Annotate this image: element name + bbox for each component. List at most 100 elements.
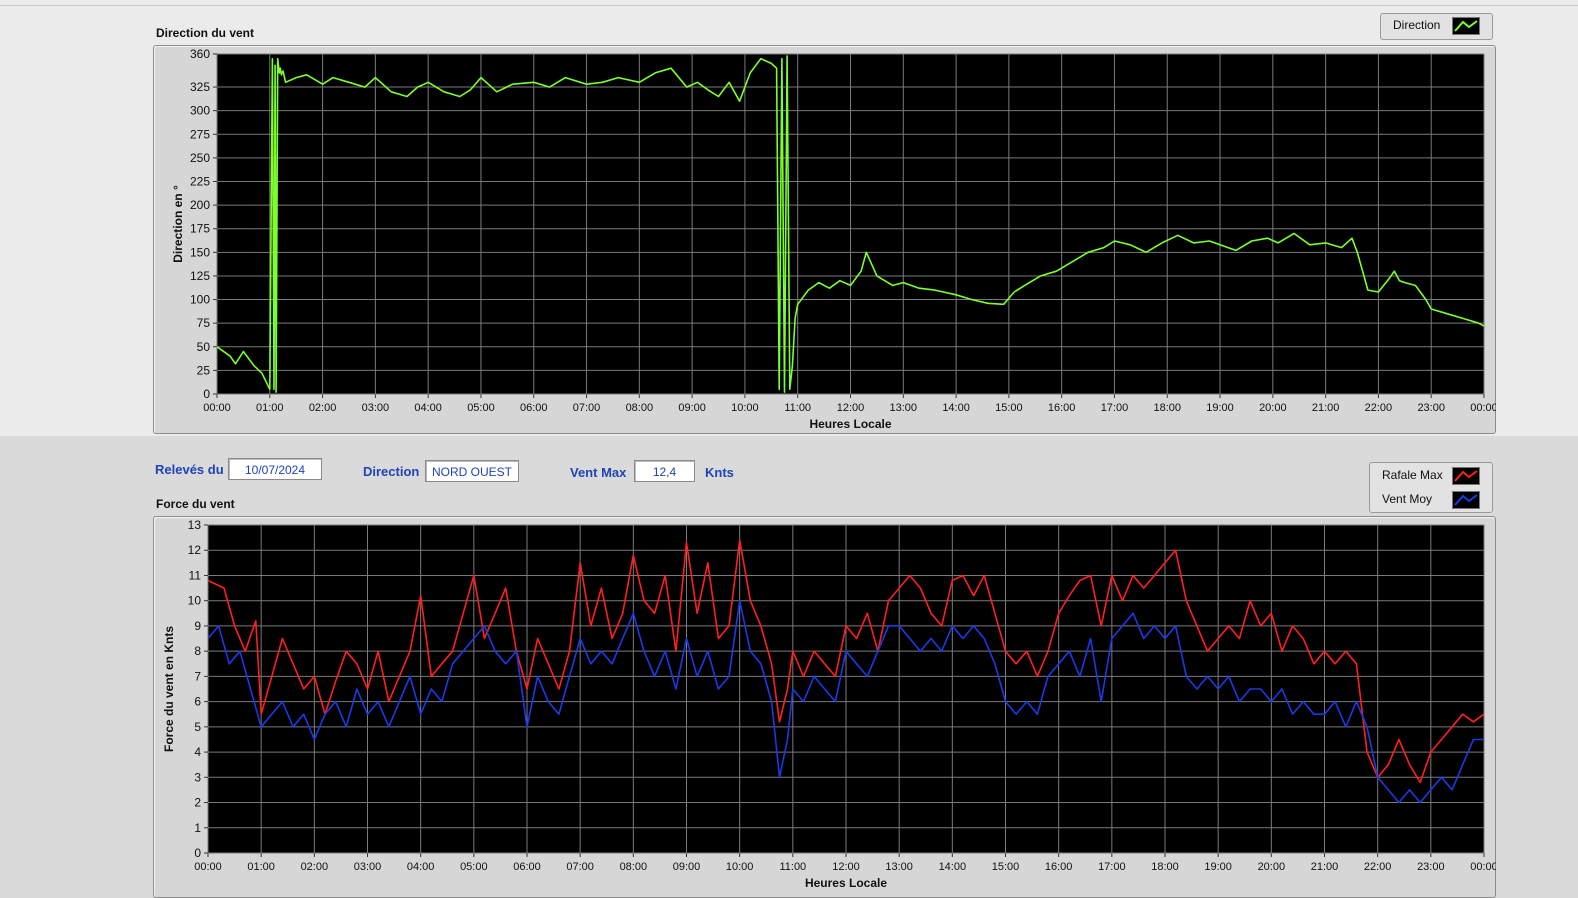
y-tick-label: 325 bbox=[190, 80, 210, 94]
y-tick-label: 4 bbox=[194, 745, 201, 759]
y-tick-label: 300 bbox=[190, 104, 210, 118]
legend-item-rafale[interactable]: Rafale Max bbox=[1370, 464, 1492, 486]
y-tick-label: 25 bbox=[197, 363, 211, 377]
x-tick-label: 21:00 bbox=[1312, 402, 1340, 414]
ventmax-label: Vent Max bbox=[570, 465, 627, 480]
x-tick-label: 01:00 bbox=[247, 861, 275, 873]
x-tick-label: 20:00 bbox=[1258, 861, 1286, 873]
x-tick-label: 05:00 bbox=[460, 861, 488, 873]
x-tick-label: 14:00 bbox=[939, 861, 967, 873]
x-tick-label: 12:00 bbox=[832, 861, 860, 873]
x-tick-label: 22:00 bbox=[1365, 402, 1393, 414]
x-axis-label: Heures Locale bbox=[809, 417, 891, 431]
y-tick-label: 200 bbox=[190, 198, 210, 212]
y-tick-label: 10 bbox=[188, 594, 202, 608]
x-tick-label: 01:00 bbox=[256, 402, 284, 414]
y-tick-label: 2 bbox=[194, 796, 201, 810]
legend-swatch-rafale bbox=[1452, 467, 1480, 485]
x-tick-label: 06:00 bbox=[513, 861, 541, 873]
x-tick-label: 21:00 bbox=[1311, 861, 1339, 873]
x-tick-label: 19:00 bbox=[1206, 402, 1234, 414]
x-tick-label: 00:00 bbox=[1470, 861, 1496, 873]
legend-label-direction: Direction bbox=[1393, 18, 1441, 32]
legend-swatch-direction bbox=[1452, 17, 1480, 35]
x-tick-label: 02:00 bbox=[301, 861, 329, 873]
x-tick-label: 10:00 bbox=[731, 402, 759, 414]
y-tick-label: 100 bbox=[190, 293, 210, 307]
x-tick-label: 03:00 bbox=[362, 402, 390, 414]
x-tick-label: 08:00 bbox=[626, 402, 654, 414]
y-tick-label: 250 bbox=[190, 151, 210, 165]
y-tick-label: 275 bbox=[190, 127, 210, 141]
x-tick-label: 00:00 bbox=[194, 861, 222, 873]
x-tick-label: 05:00 bbox=[467, 402, 495, 414]
x-tick-label: 04:00 bbox=[407, 861, 435, 873]
x-tick-label: 22:00 bbox=[1364, 861, 1392, 873]
y-tick-label: 175 bbox=[190, 222, 210, 236]
legend-label-rafale: Rafale Max bbox=[1382, 468, 1443, 482]
ventmax-value-field[interactable]: 12,4 bbox=[634, 460, 695, 482]
y-tick-label: 13 bbox=[188, 518, 202, 532]
x-tick-label: 23:00 bbox=[1417, 402, 1445, 414]
x-tick-label: 13:00 bbox=[885, 861, 913, 873]
y-tick-label: 6 bbox=[194, 695, 201, 709]
direction-label: Direction bbox=[363, 464, 420, 479]
x-tick-label: 00:00 bbox=[203, 402, 231, 414]
direction-legend[interactable]: Direction bbox=[1380, 13, 1493, 40]
x-tick-label: 12:00 bbox=[837, 402, 865, 414]
y-tick-label: 75 bbox=[197, 316, 211, 330]
force-legend[interactable]: Rafale Max Vent Moy bbox=[1369, 462, 1493, 513]
x-tick-label: 15:00 bbox=[992, 861, 1020, 873]
x-tick-label: 03:00 bbox=[354, 861, 382, 873]
y-tick-label: 11 bbox=[189, 568, 202, 582]
ventmax-unit: Knts bbox=[705, 465, 734, 480]
x-tick-label: 09:00 bbox=[673, 861, 701, 873]
x-tick-label: 20:00 bbox=[1259, 402, 1287, 414]
y-tick-label: 50 bbox=[197, 340, 211, 354]
y-tick-label: 0 bbox=[194, 846, 201, 860]
x-tick-label: 18:00 bbox=[1151, 861, 1179, 873]
x-tick-label: 16:00 bbox=[1045, 861, 1073, 873]
x-tick-label: 09:00 bbox=[678, 402, 706, 414]
x-tick-label: 23:00 bbox=[1417, 861, 1445, 873]
top-divider bbox=[0, 5, 1578, 6]
y-tick-label: 5 bbox=[194, 720, 201, 734]
direction-chart-title: Direction du vent bbox=[156, 26, 255, 40]
x-tick-label: 11:00 bbox=[779, 861, 806, 873]
releves-label: Relevés du bbox=[155, 462, 224, 477]
legend-item-direction[interactable]: Direction bbox=[1381, 14, 1492, 36]
x-tick-label: 00:00 bbox=[1470, 402, 1496, 414]
legend-item-ventmoy[interactable]: Vent Moy bbox=[1370, 488, 1492, 510]
x-tick-label: 07:00 bbox=[566, 861, 594, 873]
legend-swatch-ventmoy bbox=[1452, 491, 1480, 509]
x-tick-label: 14:00 bbox=[942, 402, 970, 414]
releves-date-field[interactable]: 10/07/2024 bbox=[228, 458, 322, 480]
y-tick-label: 7 bbox=[194, 669, 201, 683]
y-axis-label: Force du vent en Knts bbox=[162, 626, 176, 752]
y-tick-label: 12 bbox=[188, 543, 202, 557]
x-tick-label: 15:00 bbox=[995, 402, 1023, 414]
x-tick-label: 06:00 bbox=[520, 402, 548, 414]
x-tick-label: 08:00 bbox=[620, 861, 648, 873]
x-tick-label: 18:00 bbox=[1153, 402, 1181, 414]
x-tick-label: 11:00 bbox=[784, 402, 811, 414]
y-tick-label: 0 bbox=[203, 387, 210, 401]
x-tick-label: 17:00 bbox=[1098, 861, 1126, 873]
x-tick-label: 16:00 bbox=[1048, 402, 1076, 414]
x-tick-label: 02:00 bbox=[309, 402, 337, 414]
x-tick-label: 10:00 bbox=[726, 861, 754, 873]
legend-label-ventmoy: Vent Moy bbox=[1382, 492, 1433, 506]
y-tick-label: 125 bbox=[190, 269, 210, 283]
x-axis-label: Heures Locale bbox=[805, 876, 887, 890]
force-chart-title: Force du vent bbox=[156, 497, 235, 511]
direction-value-field[interactable]: NORD OUEST bbox=[425, 460, 519, 482]
y-tick-label: 360 bbox=[190, 47, 210, 61]
x-tick-label: 04:00 bbox=[414, 402, 442, 414]
x-tick-label: 13:00 bbox=[890, 402, 918, 414]
y-axis-label: Direction en ° bbox=[171, 185, 185, 263]
y-tick-label: 3 bbox=[194, 770, 201, 784]
x-tick-label: 07:00 bbox=[573, 402, 601, 414]
y-tick-label: 8 bbox=[194, 644, 201, 658]
y-tick-label: 9 bbox=[194, 619, 201, 633]
x-tick-label: 19:00 bbox=[1204, 861, 1232, 873]
